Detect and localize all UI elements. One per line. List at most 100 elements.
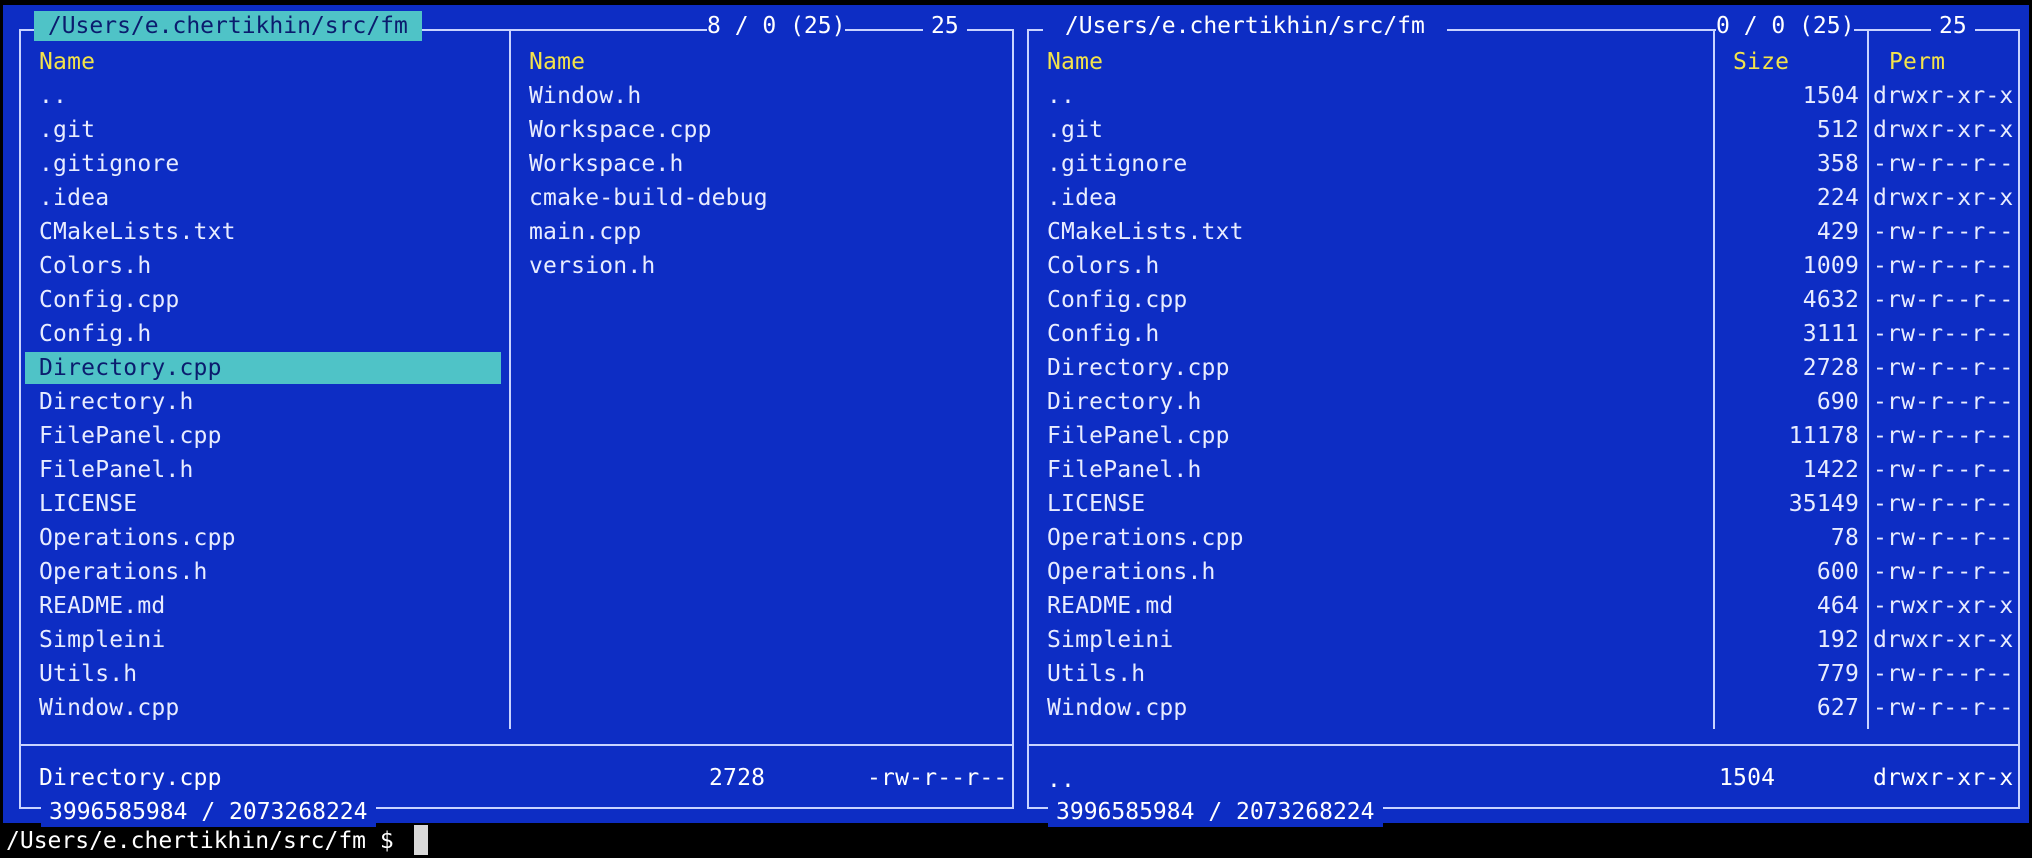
file-item[interactable]: README.md bbox=[39, 591, 165, 621]
file-size: 690 bbox=[1816, 389, 1859, 415]
file-item[interactable]: Config.cpp bbox=[39, 285, 179, 315]
right-panel-total: 25 bbox=[1931, 11, 1975, 41]
file-item[interactable]: Window.cpp bbox=[39, 693, 179, 723]
terminal-window: Name Name .. .git .gitignore .idea CMakeList… bbox=[0, 0, 2032, 858]
shell-prompt[interactable]: /Users/e.chertikhin/src/fm $ bbox=[6, 826, 408, 856]
right-panel-path-title: /Users/e.chertikhin/src/fm bbox=[1043, 11, 1447, 41]
file-name: .. bbox=[1047, 83, 1076, 109]
right-panel-disk-info: 3996585984 / 2073268224 bbox=[1048, 797, 1383, 827]
file-size: 429 bbox=[1816, 219, 1859, 245]
file-manager: Name Name .. .git .gitignore .idea CMakeList… bbox=[3, 5, 2029, 827]
file-item[interactable]: version.h bbox=[529, 251, 655, 281]
file-item[interactable]: FilePanel.h bbox=[39, 455, 194, 485]
file-item[interactable]: .. bbox=[39, 81, 67, 111]
file-size: 779 bbox=[1816, 661, 1859, 687]
file-perm: drwxr-xr-x bbox=[1873, 185, 2014, 211]
file-perm: -rw-r--r-- bbox=[1873, 491, 2014, 517]
file-name: Window.cpp bbox=[1047, 695, 1188, 721]
right-size-header: Size bbox=[1733, 49, 1790, 75]
file-size: 2728 bbox=[1802, 355, 1859, 381]
file-perm: -rw-r--r-- bbox=[1873, 151, 2014, 177]
file-perm: -rw-r--r-- bbox=[1873, 661, 2014, 687]
file-name: Operations.h bbox=[1047, 559, 1216, 585]
file-perm: -rw-r--r-- bbox=[1873, 695, 2014, 721]
file-size: 4632 bbox=[1802, 287, 1859, 313]
file-item[interactable]: CMakeLists.txt bbox=[39, 217, 236, 247]
file-perm: drwxr-xr-x bbox=[1873, 627, 2014, 653]
file-size: 11178 bbox=[1788, 423, 1859, 449]
file-perm: -rw-r--r-- bbox=[1873, 253, 2014, 279]
file-item[interactable]: Utils.h bbox=[39, 659, 137, 689]
right-status-name: .. bbox=[1047, 767, 1076, 793]
file-item[interactable]: Workspace.h bbox=[529, 149, 684, 179]
file-size: 3111 bbox=[1802, 321, 1859, 347]
file-perm: -rw-r--r-- bbox=[1873, 389, 2014, 415]
file-perm: -rw-r--r-- bbox=[1873, 287, 2014, 313]
file-name: Utils.h bbox=[1047, 661, 1146, 687]
file-item[interactable]: LICENSE bbox=[39, 489, 137, 519]
file-item[interactable]: .idea bbox=[39, 183, 109, 213]
file-perm: -rw-r--r-- bbox=[1873, 423, 2014, 449]
file-name: Config.cpp bbox=[1047, 287, 1188, 313]
left-col2-header: Name bbox=[529, 49, 586, 75]
file-item[interactable]: .gitignore bbox=[39, 149, 179, 179]
file-name: CMakeLists.txt bbox=[1047, 219, 1244, 245]
file-perm: drwxr-xr-x bbox=[1873, 117, 2014, 143]
right-perm-header: Perm bbox=[1889, 49, 1946, 75]
file-name: .idea bbox=[1047, 185, 1118, 211]
file-item[interactable]: Workspace.cpp bbox=[529, 115, 712, 145]
file-item[interactable]: FilePanel.cpp bbox=[39, 421, 222, 451]
file-perm: -rw-r--r-- bbox=[1873, 219, 2014, 245]
file-size: 35149 bbox=[1788, 491, 1859, 517]
text-cursor bbox=[414, 825, 428, 855]
file-size: 600 bbox=[1816, 559, 1859, 585]
selected-file-row[interactable]: Directory.cpp bbox=[25, 352, 501, 384]
left-panel-path-title: /Users/e.chertikhin/src/fm bbox=[34, 11, 422, 41]
file-item[interactable]: Operations.h bbox=[39, 557, 208, 587]
file-name: .git bbox=[1047, 117, 1104, 143]
file-name: Simpleini bbox=[1047, 627, 1174, 653]
right-panel-status-divider bbox=[1029, 744, 2018, 746]
right-status-perm: drwxr-xr-x bbox=[1873, 765, 2014, 791]
file-perm: drwxr-xr-x bbox=[1873, 83, 2014, 109]
file-name: FilePanel.cpp bbox=[1047, 423, 1230, 449]
file-item[interactable]: .git bbox=[39, 115, 95, 145]
file-item[interactable]: Config.h bbox=[39, 319, 151, 349]
file-name: Config.h bbox=[1047, 321, 1160, 347]
file-item[interactable]: Directory.h bbox=[39, 387, 194, 417]
file-name: FilePanel.h bbox=[1047, 457, 1202, 483]
file-name: .gitignore bbox=[1047, 151, 1188, 177]
file-item[interactable]: Window.h bbox=[529, 81, 641, 111]
file-item[interactable]: main.cpp bbox=[529, 217, 641, 247]
file-name: Directory.cpp bbox=[39, 355, 222, 381]
left-panel-disk-info: 3996585984 / 2073268224 bbox=[41, 797, 376, 827]
file-name: Colors.h bbox=[1047, 253, 1160, 279]
file-size: 1009 bbox=[1802, 253, 1859, 279]
file-size: 78 bbox=[1830, 525, 1859, 551]
right-panel[interactable]: Name Size Perm .. 1504 drwxr-xr-x .git 512 dr… bbox=[1027, 29, 2020, 809]
file-name: Directory.cpp bbox=[1047, 355, 1230, 381]
file-item[interactable]: cmake-build-debug bbox=[529, 183, 768, 213]
file-perm: -rw-r--r-- bbox=[1873, 321, 2014, 347]
right-name-header: Name bbox=[1047, 49, 1104, 75]
file-perm: -rw-r--r-- bbox=[1873, 355, 2014, 381]
file-name: Operations.cpp bbox=[1047, 525, 1244, 551]
file-perm: -rw-r--r-- bbox=[1873, 559, 2014, 585]
file-name: LICENSE bbox=[1047, 491, 1146, 517]
file-size: 1422 bbox=[1802, 457, 1859, 483]
file-item[interactable]: Colors.h bbox=[39, 251, 151, 281]
file-item[interactable]: Operations.cpp bbox=[39, 523, 236, 553]
left-status-perm: -rw-r--r-- bbox=[867, 765, 1008, 791]
left-col1-header: Name bbox=[39, 49, 96, 75]
file-item[interactable]: Simpleini bbox=[39, 625, 165, 655]
left-status-name: Directory.cpp bbox=[39, 765, 222, 791]
left-status-size: 2728 bbox=[709, 765, 766, 791]
file-size: 358 bbox=[1816, 151, 1859, 177]
left-panel-total: 25 bbox=[923, 11, 967, 41]
left-panel[interactable]: Name Name .. .git .gitignore .idea CMakeList… bbox=[19, 29, 1014, 809]
right-panel-selection-info: 0 / 0 (25) bbox=[1716, 11, 1855, 41]
file-perm: -rw-r--r-- bbox=[1873, 525, 2014, 551]
file-name: README.md bbox=[1047, 593, 1174, 619]
file-size: 192 bbox=[1816, 627, 1859, 653]
file-size: 512 bbox=[1816, 117, 1859, 143]
